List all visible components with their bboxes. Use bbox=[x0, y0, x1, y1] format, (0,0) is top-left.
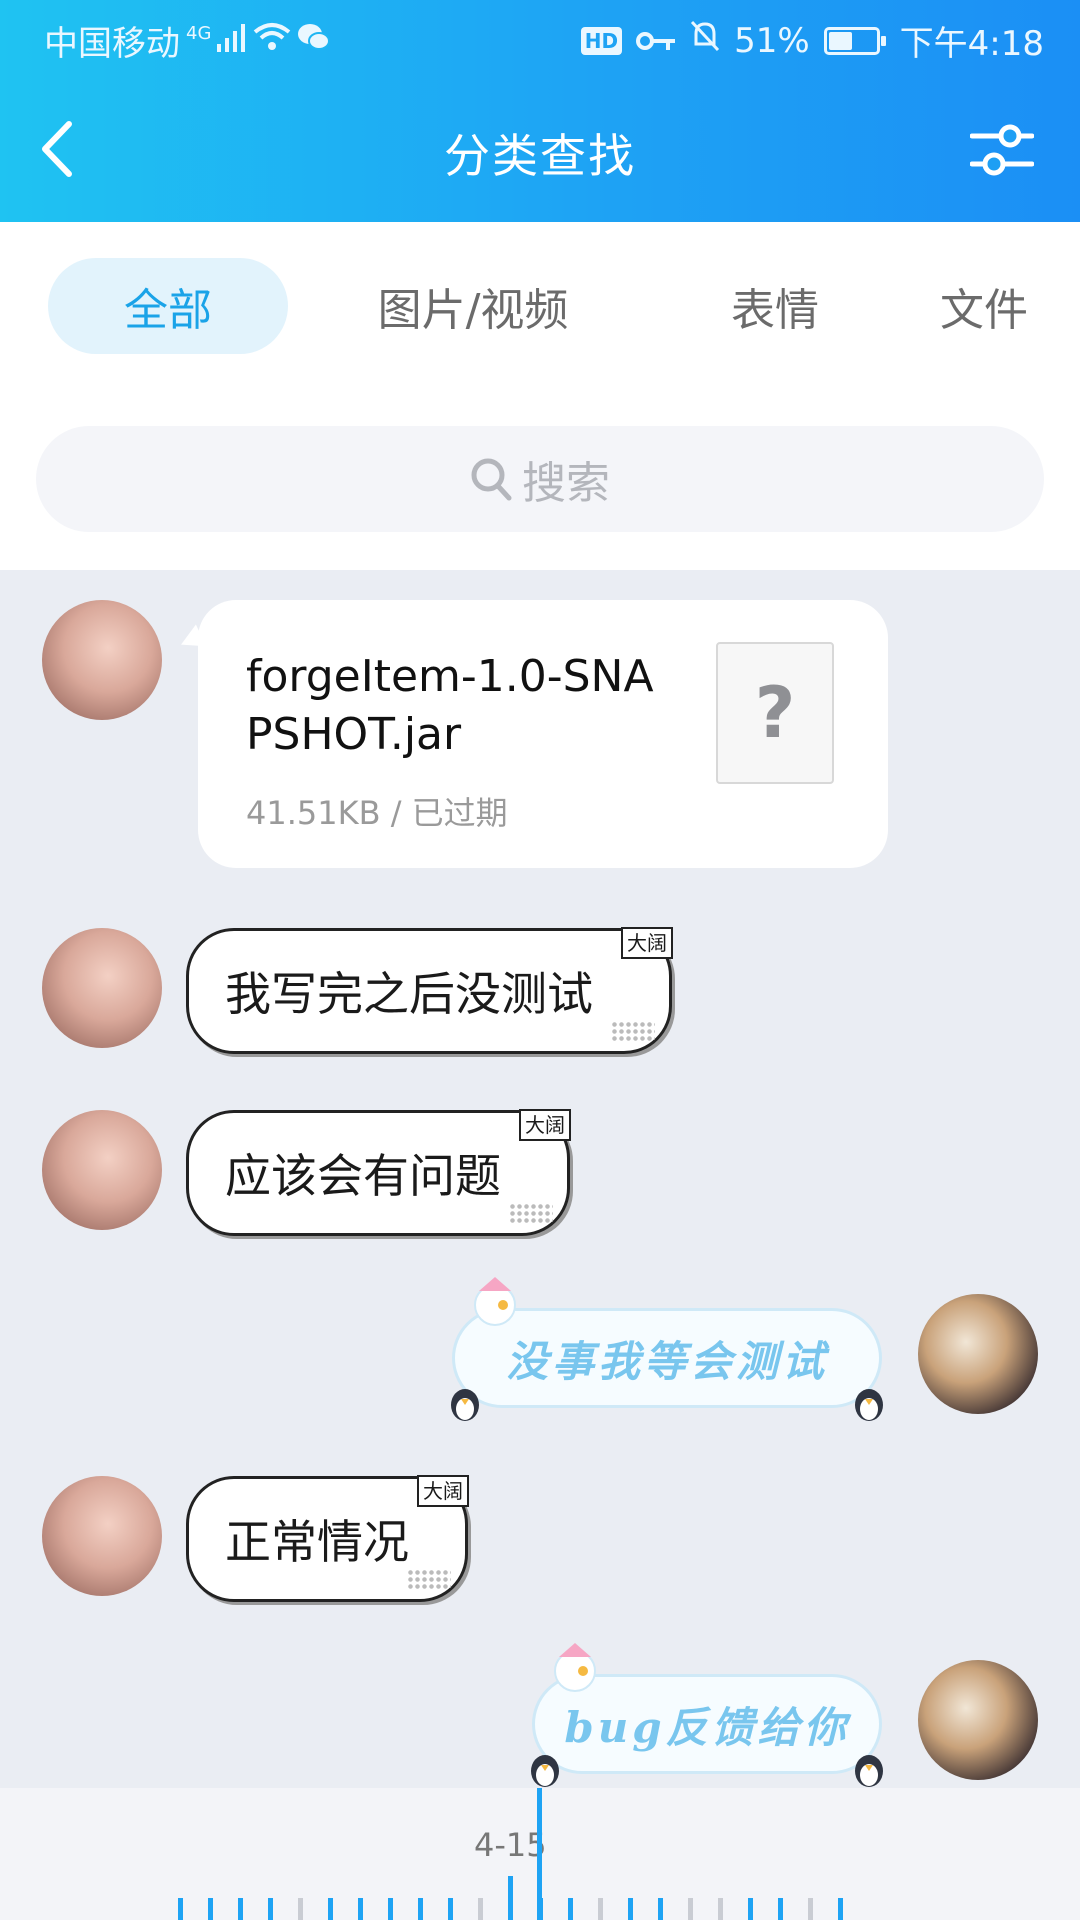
penguin-icon bbox=[531, 1755, 559, 1787]
mute-bell-icon bbox=[690, 20, 720, 61]
avatar[interactable] bbox=[42, 928, 162, 1048]
battery-icon bbox=[823, 26, 886, 55]
timeline-tick bbox=[748, 1898, 753, 1920]
status-bar: 中国移动 4G HD 51% 下午4:18 bbox=[0, 0, 1080, 76]
avatar[interactable] bbox=[42, 600, 162, 720]
timeline-tick bbox=[448, 1898, 453, 1920]
timeline-tick bbox=[658, 1898, 663, 1920]
timeline-tick bbox=[358, 1898, 363, 1920]
timeline-tick bbox=[598, 1898, 603, 1920]
timeline-tick bbox=[508, 1876, 513, 1920]
timeline-tick bbox=[688, 1898, 693, 1920]
status-right: HD 51% 下午4:18 bbox=[580, 16, 1044, 65]
status-left: 中国移动 4G bbox=[44, 16, 331, 65]
wechat-icon bbox=[297, 21, 331, 61]
clock: 下午4:18 bbox=[899, 24, 1044, 64]
signal-icon bbox=[217, 21, 247, 61]
penguin-icon bbox=[451, 1389, 479, 1421]
timeline-tick bbox=[238, 1898, 243, 1920]
wifi-icon bbox=[253, 21, 291, 61]
avatar[interactable] bbox=[918, 1294, 1038, 1414]
halftone-decoration bbox=[407, 1569, 451, 1591]
timeline-tick bbox=[178, 1898, 183, 1920]
timeline-tick bbox=[208, 1898, 213, 1920]
timeline-tick bbox=[808, 1898, 813, 1920]
tab-stickers[interactable]: 表情 bbox=[690, 258, 860, 354]
halftone-decoration bbox=[611, 1021, 655, 1043]
tab-images-videos[interactable]: 图片/视频 bbox=[348, 258, 598, 354]
unknown-file-icon: ? bbox=[716, 642, 834, 784]
message-bubble[interactable]: bug反馈给你 bbox=[531, 1643, 883, 1787]
carrier-label: 中国移动 bbox=[44, 24, 180, 64]
file-meta: 41.51KB / 已过期 bbox=[246, 794, 508, 832]
message-text: bug反馈给你 bbox=[564, 1702, 850, 1752]
message-text: 应该会有问题 bbox=[225, 1149, 501, 1203]
timeline-tick bbox=[628, 1898, 633, 1920]
avatar[interactable] bbox=[42, 1476, 162, 1596]
timeline-date: 4-15 bbox=[474, 1826, 547, 1864]
message-bubble[interactable]: 我写完之后没测试 大阔 bbox=[186, 927, 673, 1054]
filter-panel: 全部 图片/视频 表情 文件 搜索 bbox=[0, 222, 1080, 570]
timeline-tick bbox=[838, 1898, 843, 1920]
message-bubble[interactable]: 正常情况 大阔 bbox=[186, 1475, 469, 1602]
timeline-tick bbox=[478, 1898, 483, 1920]
top-header: 中国移动 4G HD 51% 下午4:18 分类查找 bbox=[0, 0, 1080, 222]
timeline-tick bbox=[718, 1898, 723, 1920]
avatar[interactable] bbox=[42, 1110, 162, 1230]
chat-history: forgeItem-1.0-SNAPSHOT.jar 41.51KB / 已过期… bbox=[0, 570, 1080, 1788]
penguin-icon bbox=[855, 1389, 883, 1421]
snowman-icon bbox=[554, 1643, 596, 1692]
message-bubble[interactable]: 应该会有问题 大阔 bbox=[186, 1109, 571, 1236]
message-text: 我写完之后没测试 bbox=[225, 967, 593, 1021]
hd-badge: HD bbox=[580, 26, 623, 55]
timeline-tick bbox=[778, 1898, 783, 1920]
tab-all[interactable]: 全部 bbox=[48, 258, 288, 354]
timeline-tick bbox=[568, 1898, 573, 1920]
timeline-tick bbox=[388, 1898, 393, 1920]
timeline-tick bbox=[328, 1898, 333, 1920]
title-row: 分类查找 bbox=[0, 100, 1080, 200]
avatar[interactable] bbox=[918, 1660, 1038, 1780]
battery-fill bbox=[828, 31, 852, 50]
file-message[interactable]: forgeItem-1.0-SNAPSHOT.jar 41.51KB / 已过期… bbox=[198, 600, 888, 868]
message-text: 正常情况 bbox=[225, 1515, 409, 1569]
bubble-tag: 大阔 bbox=[519, 1109, 571, 1141]
timeline-tick bbox=[418, 1898, 423, 1920]
tab-files[interactable]: 文件 bbox=[940, 258, 1080, 354]
date-timeline[interactable]: 4-15 bbox=[0, 1788, 1080, 1920]
halftone-decoration bbox=[509, 1203, 553, 1225]
snowman-icon bbox=[474, 1277, 516, 1326]
timeline-cursor[interactable] bbox=[537, 1788, 542, 1920]
file-name: forgeItem-1.0-SNAPSHOT.jar bbox=[246, 651, 654, 760]
timeline-tick bbox=[298, 1898, 303, 1920]
message-bubble[interactable]: 没事我等会测试 bbox=[451, 1277, 883, 1421]
filter-button[interactable] bbox=[966, 114, 1038, 186]
bubble-tag: 大阔 bbox=[417, 1475, 469, 1507]
search-icon bbox=[471, 458, 512, 501]
timeline-tick bbox=[268, 1898, 273, 1920]
message-text: 没事我等会测试 bbox=[505, 1336, 828, 1386]
category-tabs: 全部 图片/视频 表情 文件 bbox=[0, 258, 1080, 358]
battery-percent: 51% bbox=[734, 20, 810, 61]
search-input[interactable]: 搜索 bbox=[36, 426, 1044, 532]
key-icon bbox=[636, 21, 676, 61]
search-placeholder: 搜索 bbox=[522, 458, 610, 509]
penguin-icon bbox=[855, 1755, 883, 1787]
bubble-tag: 大阔 bbox=[621, 927, 673, 959]
filter-sliders-icon bbox=[970, 124, 1034, 176]
page-title: 分类查找 bbox=[444, 129, 636, 183]
network-label: 4G bbox=[186, 23, 212, 44]
